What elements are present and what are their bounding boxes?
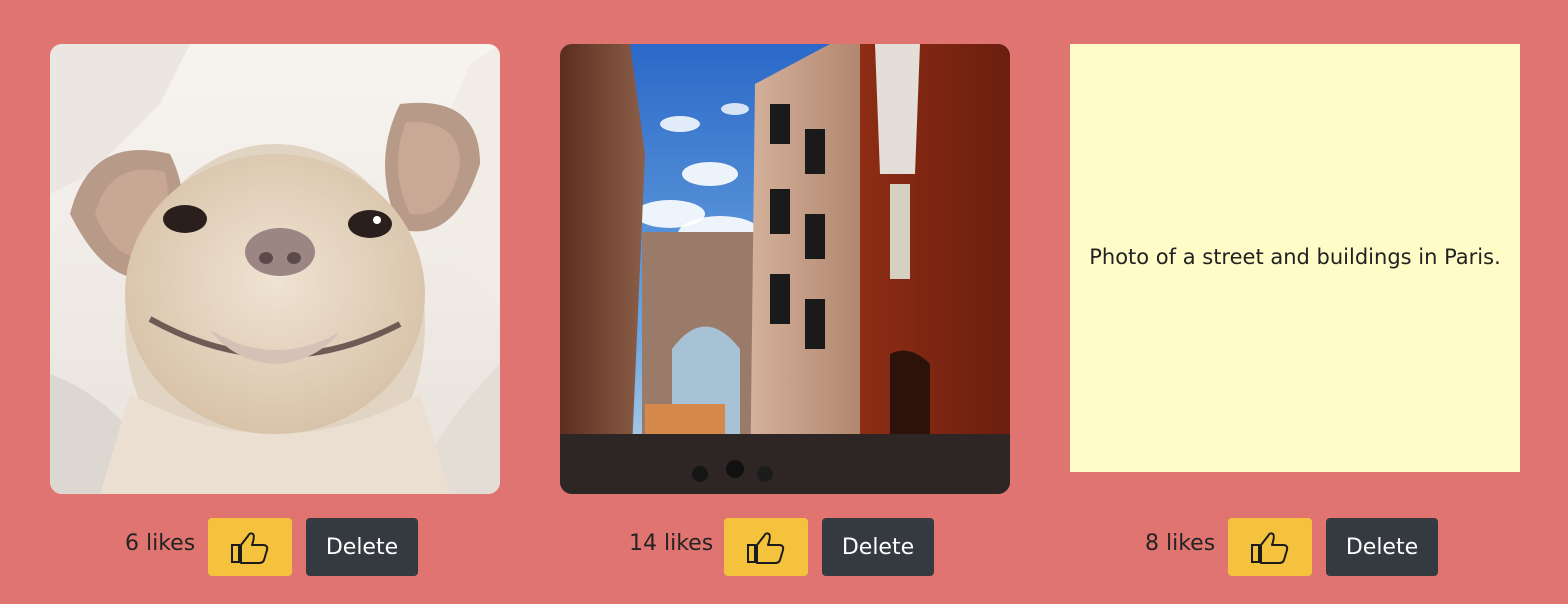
delete-button[interactable]: Delete	[822, 518, 934, 576]
street-photo	[560, 44, 1010, 494]
photo-card: 6 likes Delete	[50, 44, 500, 584]
like-count: 6 likes	[125, 531, 196, 556]
thumbs-up-icon	[1251, 532, 1289, 564]
thumbs-up-icon	[231, 532, 269, 564]
thumbs-up-icon	[747, 532, 785, 564]
photo-actions: 14 likes Delete	[560, 518, 1010, 576]
like-button[interactable]	[724, 518, 808, 576]
photo-alt-placeholder: Photo of a street and buildings in Paris…	[1070, 44, 1520, 472]
photo-card: 14 likes Delete	[560, 44, 1010, 584]
photo-actions: 6 likes Delete	[50, 518, 500, 576]
photo-gallery: 6 likes Delete 14 likes Delete Photo of …	[0, 0, 1568, 604]
alt-text: Photo of a street and buildings in Paris…	[1089, 245, 1501, 270]
like-count: 14 likes	[629, 531, 714, 556]
like-count: 8 likes	[1145, 531, 1216, 556]
photo-actions: 8 likes Delete	[1070, 518, 1520, 576]
photo-card: Photo of a street and buildings in Paris…	[1070, 44, 1520, 584]
dog-photo	[50, 44, 500, 494]
delete-button[interactable]: Delete	[306, 518, 418, 576]
like-button[interactable]	[1228, 518, 1312, 576]
like-button[interactable]	[208, 518, 292, 576]
delete-button[interactable]: Delete	[1326, 518, 1438, 576]
